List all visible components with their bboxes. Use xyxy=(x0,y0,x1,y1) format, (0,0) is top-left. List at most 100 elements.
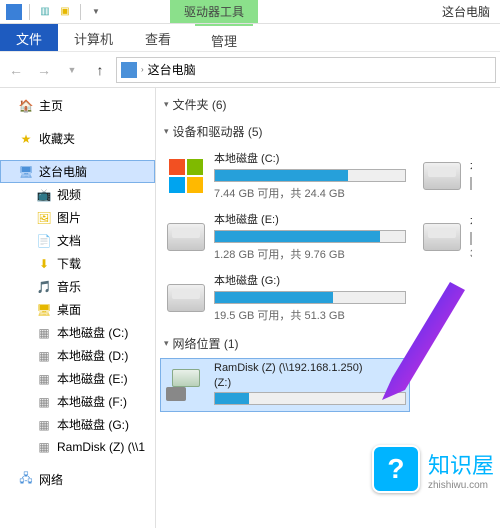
star-icon: ★ xyxy=(18,131,34,147)
drive-stat: 19.5 GB 可用，共 51.3 GB xyxy=(214,307,406,323)
sidebar-favorites[interactable]: ★ 收藏夹 xyxy=(0,127,155,150)
drive-name: 本地磁盘 (E:) xyxy=(214,211,406,227)
network-icon: 🖧 xyxy=(18,472,34,488)
network-drive-tile[interactable]: RamDisk (Z) (\\192.168.1.250) (Z:) xyxy=(160,358,410,412)
watermark-icon: ? xyxy=(372,445,420,493)
home-icon: 🏠 xyxy=(18,98,34,114)
drive-sub: (Z:) xyxy=(214,377,406,389)
nav-bar: ← → ▼ ↑ › 这台电脑 xyxy=(0,52,500,88)
item-icon: ▦ xyxy=(36,417,52,433)
item-icon: 📄 xyxy=(36,233,52,249)
nav-back-button[interactable]: ← xyxy=(4,58,28,82)
qat-folder-icon[interactable]: ▣ xyxy=(57,4,73,20)
sidebar-this-pc[interactable]: 🖥 这台电脑 xyxy=(0,160,155,183)
item-icon: ▦ xyxy=(36,394,52,410)
drive-tile[interactable]: 本地磁盘 (E:) 1.28 GB 可用，共 9.76 GB xyxy=(160,207,410,266)
sidebar-item[interactable]: 🖼图片 xyxy=(0,206,155,229)
qat-dropdown-icon[interactable]: ▼ xyxy=(88,4,104,20)
drive-capacity-bar xyxy=(214,392,406,405)
tab-manage[interactable]: 管理 xyxy=(195,24,253,51)
item-label: 音乐 xyxy=(57,278,81,295)
sidebar-item[interactable]: 📄 文档 xyxy=(0,229,155,252)
item-label: 本地磁盘 (F:) xyxy=(57,393,127,410)
sidebar-home[interactable]: 🏠 主页 xyxy=(0,94,155,117)
item-label: 下载 xyxy=(57,255,81,272)
item-label: 本地磁盘 (G:) xyxy=(57,416,129,433)
item-label: 文档 xyxy=(57,232,81,249)
title-bar: ▥ ▣ ▼ 驱动器工具 这台电脑 xyxy=(0,0,500,24)
item-icon: ▦ xyxy=(36,325,52,341)
watermark-url: zhishiwu.com xyxy=(428,480,494,491)
drive-name: 本 xyxy=(470,158,472,174)
drive-icon xyxy=(420,217,464,257)
drive-capacity-bar xyxy=(470,177,472,190)
item-icon: 📺 xyxy=(36,187,52,203)
watermark: ? 知识屋 zhishiwu.com xyxy=(366,439,500,499)
drive-name: 本地磁盘 (G:) xyxy=(214,272,406,288)
item-icon: ▦ xyxy=(36,439,52,455)
chevron-right-icon[interactable]: › xyxy=(141,65,144,74)
drive-stat: 30 xyxy=(470,248,472,260)
sidebar-item[interactable]: ▦ 本地磁盘 (E:) xyxy=(0,367,155,390)
breadcrumb[interactable]: › 这台电脑 xyxy=(116,57,496,83)
drive-tile[interactable]: 本 xyxy=(416,146,476,205)
item-icon: 🖥 xyxy=(36,302,52,318)
nav-up-button[interactable]: ↑ xyxy=(88,58,112,82)
window-title: 这台电脑 xyxy=(442,3,500,20)
sidebar-item[interactable]: ▦ 本地磁盘 (G:) xyxy=(0,413,155,436)
drive-icon xyxy=(164,217,208,257)
tab-file[interactable]: 文件 xyxy=(0,24,58,51)
sidebar-item[interactable]: 📺 视频 xyxy=(0,183,155,206)
drive-icon xyxy=(420,156,464,196)
item-icon: ⬇ xyxy=(36,256,52,272)
drive-tile[interactable]: 本地磁盘 (C:) 7.44 GB 可用，共 24.4 GB xyxy=(160,146,410,205)
drive-icon xyxy=(164,278,208,318)
drive-tile[interactable]: 本 30 xyxy=(416,207,476,266)
item-label: 本地磁盘 (E:) xyxy=(57,370,128,387)
tab-view[interactable]: 查看 xyxy=(129,24,187,51)
nav-recent-dropdown[interactable]: ▼ xyxy=(60,58,84,82)
network-drive-icon xyxy=(164,365,208,405)
sidebar-item[interactable]: ▦ 本地磁盘 (F:) xyxy=(0,390,155,413)
drive-stat: 1.28 GB 可用，共 9.76 GB xyxy=(214,246,406,262)
drive-capacity-bar xyxy=(214,291,406,304)
sidebar-network[interactable]: 🖧 网络 xyxy=(0,468,155,491)
nav-sidebar: 🏠 主页 ★ 收藏夹 🖥 这台电脑 📺 视频 🖼图片 📄 文档 ⬇ 下载 🎵音乐 🖥 桌面 ▦ 本地磁… xyxy=(0,88,156,528)
section-folders[interactable]: 文件夹 (6) xyxy=(162,92,500,119)
nav-forward-button[interactable]: → xyxy=(32,58,56,82)
section-network[interactable]: 网络位置 (1) xyxy=(162,331,500,358)
item-icon: ▦ xyxy=(36,348,52,364)
breadcrumb-location[interactable]: 这台电脑 xyxy=(148,61,196,78)
ribbon-tabs: 文件 计算机 查看 管理 xyxy=(0,24,500,52)
item-label: RamDisk (Z) (\\1 xyxy=(57,440,145,454)
drive-name: 本地磁盘 (C:) xyxy=(214,150,406,166)
item-label: 本地磁盘 (D:) xyxy=(57,347,128,364)
sidebar-item[interactable]: ⬇ 下载 xyxy=(0,252,155,275)
drive-name: RamDisk (Z) (\\192.168.1.250) xyxy=(214,362,406,374)
sidebar-item[interactable]: ▦ 本地磁盘 (C:) xyxy=(0,321,155,344)
item-label: 视频 xyxy=(57,186,81,203)
drive-capacity-bar xyxy=(470,232,472,245)
drive-capacity-bar xyxy=(214,230,406,243)
window-system-icon[interactable] xyxy=(6,4,22,20)
drive-icon xyxy=(164,156,208,196)
section-devices[interactable]: 设备和驱动器 (5) xyxy=(162,119,500,146)
item-label: 本地磁盘 (C:) xyxy=(57,324,128,341)
tab-computer[interactable]: 计算机 xyxy=(58,24,129,51)
sidebar-item[interactable]: 🖥 桌面 xyxy=(0,298,155,321)
computer-icon: 🖥 xyxy=(18,164,34,180)
watermark-name: 知识屋 xyxy=(428,448,494,480)
sidebar-item[interactable]: ▦ 本地磁盘 (D:) xyxy=(0,344,155,367)
qat-properties-icon[interactable]: ▥ xyxy=(37,4,53,20)
drive-capacity-bar xyxy=(214,169,406,182)
ribbon-context-tab: 驱动器工具 xyxy=(170,0,258,23)
drive-name: 本 xyxy=(470,213,472,229)
item-label: 图片 xyxy=(57,209,81,226)
sidebar-item[interactable]: 🎵音乐 xyxy=(0,275,155,298)
drive-stat: 7.44 GB 可用，共 24.4 GB xyxy=(214,185,406,201)
drive-tile[interactable]: 本地磁盘 (G:) 19.5 GB 可用，共 51.3 GB xyxy=(160,268,410,327)
item-label: 桌面 xyxy=(57,301,81,318)
sidebar-item[interactable]: ▦ RamDisk (Z) (\\1 xyxy=(0,436,155,458)
breadcrumb-icon xyxy=(121,62,137,78)
item-icon: ▦ xyxy=(36,371,52,387)
